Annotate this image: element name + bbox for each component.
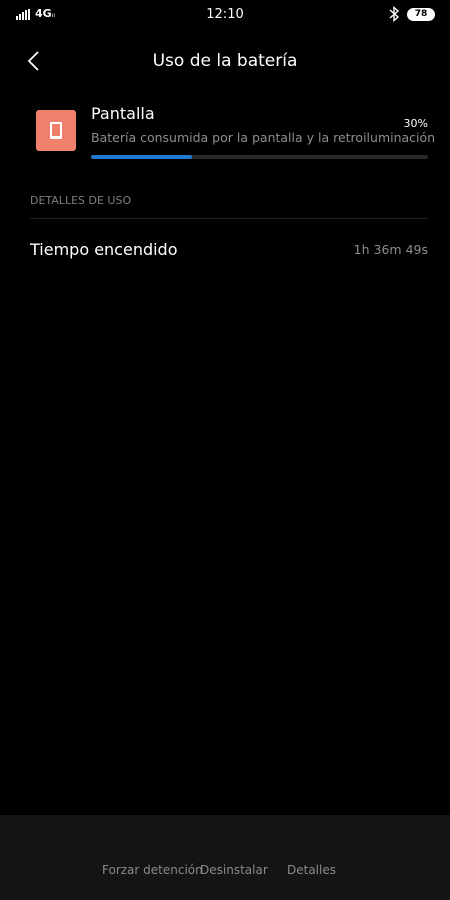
screen-icon bbox=[36, 110, 76, 151]
header: Uso de la batería bbox=[0, 40, 450, 80]
usage-progress-fill bbox=[91, 155, 193, 159]
battery-indicator: 78 bbox=[407, 8, 435, 21]
uninstall-button[interactable]: Desinstalar bbox=[200, 863, 268, 877]
usage-row-screen-on: Tiempo encendido 1h 36m 49s bbox=[30, 232, 428, 268]
usage-progress-bar bbox=[91, 155, 428, 159]
app-description: Batería consumida por la pantalla y la r… bbox=[91, 130, 436, 145]
usage-row-value: 1h 36m 49s bbox=[353, 242, 428, 257]
status-bar: 4Gıı 12:10 78 bbox=[0, 0, 450, 30]
divider bbox=[30, 218, 428, 219]
force-stop-button[interactable]: Forzar detención bbox=[102, 863, 203, 877]
page-title: Uso de la batería bbox=[152, 51, 298, 71]
status-time: 12:10 bbox=[206, 7, 244, 22]
usage-percent: 30% bbox=[403, 117, 428, 130]
app-name: Pantalla bbox=[91, 104, 155, 123]
usage-row-label: Tiempo encendido bbox=[30, 240, 178, 259]
app-usage-row: Pantalla 30% Batería consumida por la pa… bbox=[36, 100, 435, 162]
section-label: DETALLES DE USO bbox=[30, 194, 132, 207]
bluetooth-icon bbox=[389, 6, 400, 22]
details-button[interactable]: Detalles bbox=[287, 863, 336, 877]
bottom-action-bar: Forzar detención Desinstalar Detalles bbox=[0, 815, 450, 900]
